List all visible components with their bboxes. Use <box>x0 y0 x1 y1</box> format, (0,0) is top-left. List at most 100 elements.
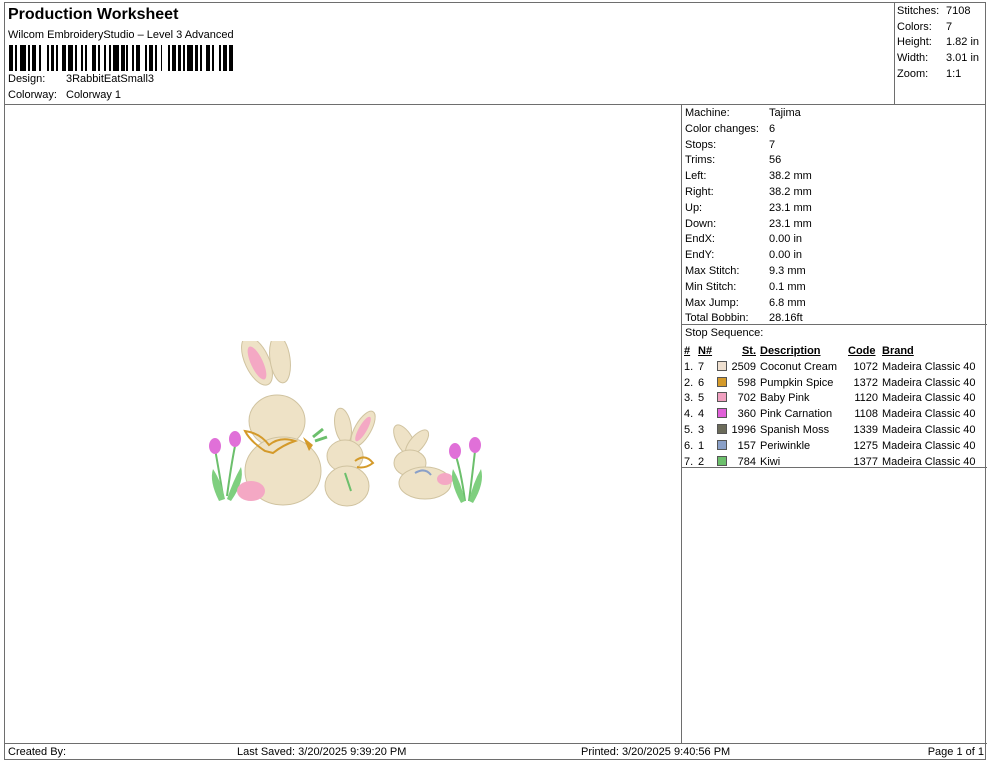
design-row: Design: 3RabbitEatSmall3 <box>8 73 154 85</box>
stat-row: Right: 38.2 mm <box>682 186 987 202</box>
summary-row: Colors: 7 <box>893 21 985 37</box>
row-number: 6. <box>684 439 694 452</box>
col-header-stitches: St. <box>741 345 756 357</box>
worksheet-header: Production Worksheet Wilcom EmbroiderySt… <box>5 3 895 105</box>
thread-brand: Madeira Classic 40 <box>882 408 976 421</box>
row-number: 2. <box>684 376 694 389</box>
software-name: Wilcom EmbroideryStudio – Level 3 Advanc… <box>8 29 234 41</box>
table-row: 1. 7 2509 Coconut Cream 1072 Madeira Classic … <box>684 359 978 375</box>
summary-row: Width: 3.01 in <box>893 52 985 68</box>
right-tulips <box>449 437 482 503</box>
design-preview <box>5 105 682 743</box>
col-header-num: # <box>684 345 691 357</box>
stat-row: Machine: Tajima <box>682 107 987 123</box>
summary-row: Stitches: 7108 <box>893 5 985 21</box>
stat-label: Max Jump: <box>685 296 739 309</box>
thread-code: 1108 <box>854 408 878 421</box>
row-number: 5. <box>684 424 694 437</box>
color-swatch <box>717 359 731 375</box>
colorway-row: Colorway: Colorway 1 <box>8 89 121 101</box>
stat-value: 56 <box>769 154 782 167</box>
stitch-count: 1996 <box>731 424 756 437</box>
color-swatch-chip <box>717 455 727 466</box>
page-title: Production Worksheet <box>8 6 179 23</box>
stat-value: Tajima <box>769 107 801 119</box>
stat-label: Color changes: <box>685 122 759 135</box>
color-swatch-chip <box>717 408 727 419</box>
barcode <box>9 45 235 71</box>
thread-description: Kiwi <box>760 455 781 468</box>
summary-label: Colors: <box>897 20 932 33</box>
row-number: 4. <box>684 408 694 421</box>
stat-value: 23.1 mm <box>769 201 812 214</box>
table-row: 4. 4 360 Pink Carnation 1108 Madeira Classic … <box>684 406 978 422</box>
stat-row: Min Stitch: 0.1 mm <box>682 281 987 297</box>
stat-value: 38.2 mm <box>769 185 812 198</box>
color-swatch <box>717 422 731 438</box>
stat-value: 23.1 mm <box>769 217 812 230</box>
thread-brand: Madeira Classic 40 <box>882 455 976 468</box>
stop-sequence-caption: Stop Sequence: <box>685 327 764 339</box>
stat-row: EndY: 0.00 in <box>682 249 987 265</box>
stop-sequence-panel: Stop Sequence: # N# St. Description Code… <box>682 325 987 468</box>
table-row: 6. 1 157 Periwinkle 1275 Madeira Classic 40 <box>684 438 978 454</box>
printed-date: Printed: 3/20/2025 9:40:56 PM <box>581 746 731 758</box>
stat-row: Color changes: 6 <box>682 123 987 139</box>
stat-label: EndY: <box>685 249 715 262</box>
stitch-count: 360 <box>737 408 756 421</box>
worksheet-footer: Created By: Last Saved: 3/20/2025 9:39:2… <box>5 743 987 761</box>
summary-value: 1.82 in <box>946 36 980 49</box>
thread-description: Spanish Moss <box>760 424 830 437</box>
stat-value: 0.1 mm <box>769 280 806 293</box>
thread-code: 1072 <box>853 360 878 373</box>
table-row: 7. 2 784 Kiwi 1377 Madeira Classic 40 <box>684 454 978 470</box>
stat-label: EndX: <box>685 233 715 246</box>
needle-number: 5 <box>698 392 705 405</box>
summary-label: Stitches: <box>897 5 940 17</box>
summary-row: Zoom: 1:1 <box>893 68 985 84</box>
design-name: 3RabbitEatSmall3 <box>66 73 155 85</box>
needle-number: 2 <box>698 455 705 468</box>
thread-brand: Madeira Classic 40 <box>882 376 976 389</box>
color-swatch <box>717 454 731 470</box>
stat-label: Trims: <box>685 154 716 167</box>
needle-number: 7 <box>698 360 705 373</box>
color-swatch-chip <box>717 439 727 450</box>
middle-rabbit <box>324 407 376 507</box>
row-number: 7. <box>684 455 694 468</box>
thread-description: Pumpkin Spice <box>760 376 834 389</box>
thread-code: 1120 <box>854 392 878 405</box>
thread-description: Pink Carnation <box>760 408 833 421</box>
stitch-count: 702 <box>737 392 756 405</box>
color-swatch <box>717 391 731 407</box>
col-header-brand: Brand <box>882 345 914 357</box>
row-number: 3. <box>684 392 694 405</box>
stat-label: Min Stitch: <box>685 280 737 293</box>
summary-label: Width: <box>897 52 929 65</box>
stat-row: Stops: 7 <box>682 139 987 155</box>
stitch-count: 2509 <box>731 360 756 373</box>
col-header-description: Description <box>760 345 821 357</box>
page-number: Page 1 of 1 <box>927 746 984 758</box>
thread-brand: Madeira Classic 40 <box>882 360 976 373</box>
col-header-swatch <box>717 343 731 359</box>
color-swatch-chip <box>717 376 727 387</box>
table-row: 5. 3 1996 Spanish Moss 1339 Madeira Classic 4… <box>684 422 978 438</box>
table-header-row: # N# St. Description Code Brand <box>684 343 978 359</box>
stitch-count: 784 <box>737 455 756 468</box>
stat-value: 38.2 mm <box>769 170 812 183</box>
color-swatch <box>717 375 731 391</box>
embroidery-design-image <box>209 341 482 507</box>
stat-value: 0.00 in <box>769 249 803 262</box>
left-tulips <box>209 431 242 501</box>
colorway-label: Colorway: <box>8 89 57 101</box>
machine-stats-panel: Machine: Tajima Color changes: 6 Stops: 7 T… <box>682 105 987 325</box>
created-by: Created By: <box>8 746 67 758</box>
summary-value: 7108 <box>946 5 971 17</box>
stat-value: 6.8 mm <box>769 296 806 309</box>
summary-label: Height: <box>897 36 932 49</box>
large-rabbit <box>237 341 328 506</box>
thread-code: 1339 <box>853 424 878 437</box>
stat-label: Left: <box>685 170 707 183</box>
hopping-rabbit <box>393 424 453 500</box>
